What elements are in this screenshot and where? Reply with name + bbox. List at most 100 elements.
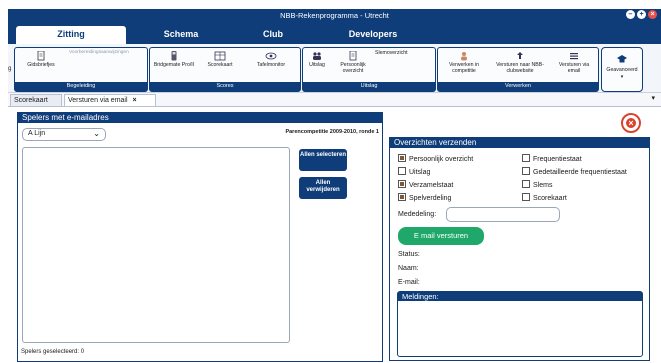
gidsbriefjes-button[interactable]: Gidsbriefjes [21, 51, 61, 68]
bridgemate-button[interactable]: Bridgemate Pro/II [152, 51, 196, 68]
doc-tab-versturen-email[interactable]: Versturen via email × [64, 94, 156, 106]
checkbox-label: Uitslag [409, 169, 431, 176]
ribbon-group-scores: Bridgemate Pro/II Scorekaart Tafelmonito… [149, 47, 301, 92]
people-icon [313, 52, 321, 60]
menu-bar: Zitting Schema Club Developers [8, 21, 661, 44]
versturen-clubwebsite-button[interactable]: Versturen naar NBB-clubwebsite [492, 51, 548, 74]
uitslag-button[interactable]: Uitslag [305, 51, 329, 68]
mededeling-label: Mededeling: [398, 211, 437, 218]
voorbereidingsaanwijzingen-button[interactable]: Voorbereidingsaanwijzingen [69, 50, 145, 56]
ribbon-group-begeleiding: Gidsbriefjes Voorbereidingsaanwijzingen … [14, 47, 148, 92]
persoonlijk-overzicht-button[interactable]: Persoonlijk overzicht [333, 51, 373, 74]
checkbox-slems[interactable]: Slems [522, 180, 552, 190]
select-all-button[interactable]: Allen selecteren [299, 149, 347, 171]
geavanceerd-label: Geavanceerd [606, 67, 638, 73]
line-select[interactable]: A Lijn ⌄ [22, 128, 106, 141]
players-panel: Spelers met e-mailadres A Lijn ⌄ Parenco… [17, 112, 383, 362]
bridgemate-icon [171, 51, 177, 61]
tab-schema[interactable]: Schema [136, 26, 226, 44]
doc-tab-versturen-email-label: Versturen via email [68, 97, 128, 104]
window-minimize-icon[interactable]: – [626, 10, 635, 19]
upload-icon [517, 52, 523, 59]
group-label-begeleiding: Begeleiding [15, 82, 147, 91]
scorekaart-ribbon-label: Scorekaart [207, 62, 233, 68]
checkbox-persoonlijk-overzicht[interactable]: Persoonlijk overzicht [398, 154, 473, 164]
checkbox-box[interactable] [522, 193, 530, 201]
players-list[interactable] [22, 147, 290, 343]
checkbox-box[interactable] [522, 154, 530, 162]
checkbox-spelverdeling[interactable]: Spelverdeling [398, 193, 451, 203]
tab-zitting[interactable]: Zitting [16, 26, 126, 44]
ribbon: g Gidsbriefjes Voorbereidingsaanwijzinge… [8, 44, 661, 93]
person-icon [461, 52, 467, 61]
eye-icon [265, 52, 277, 60]
ribbon-scroll-left-icon[interactable]: g [8, 66, 11, 72]
group-label-scores: Scores [150, 82, 300, 91]
remove-all-button[interactable]: Allen verwijderen [299, 177, 347, 199]
checkbox-box[interactable] [522, 167, 530, 175]
checkbox-box[interactable] [398, 154, 406, 162]
checkbox-scorekaart[interactable]: Scorekaart [522, 193, 567, 203]
collapse-ribbon-icon[interactable]: ▾ [651, 94, 655, 102]
dropdown-chevron-icon: ⌄ [93, 129, 100, 138]
tafelmonitor-label: Tafelmonitor [256, 62, 286, 68]
slemoverzicht-label: Slemoverzicht [375, 50, 408, 56]
geavanceerd-dropdown-icon: ▾ [620, 74, 624, 80]
uitslag-label: Uitslag [309, 62, 325, 68]
close-tab-icon[interactable]: × [132, 97, 136, 104]
verwerken-competitie-button[interactable]: Verwerken in competitie [440, 51, 488, 74]
report-icon [349, 51, 357, 61]
checkbox-label: Scorekaart [533, 195, 567, 202]
checkbox-box[interactable] [398, 167, 406, 175]
send-email-button[interactable]: E mail versturen [398, 227, 484, 245]
versturen-email-ribbon-button[interactable]: Versturen via email [554, 51, 594, 74]
gidsbriefjes-label: Gidsbriefjes [27, 62, 55, 68]
title-bar: NBB-Rekenprogramma - Utrecht – + × [8, 9, 661, 21]
checkbox-gedetailleerde-frequentiestaat[interactable]: Gedetailleerde frequentiestaat [522, 167, 627, 177]
bridgemate-label: Bridgemate Pro/II [153, 62, 195, 68]
graduation-cap-icon [617, 55, 627, 63]
send-overviews-title: Overzichten verzenden [390, 138, 649, 148]
tafelmonitor-button[interactable]: Tafelmonitor [246, 51, 296, 68]
tab-club[interactable]: Club [238, 26, 308, 44]
group-label-verwerken: Verwerken [438, 82, 598, 91]
checkbox-box[interactable] [522, 180, 530, 188]
checkbox-label: Frequentiestaat [533, 156, 582, 163]
checkbox-label: Verzamelstaat [409, 182, 454, 189]
tab-developers[interactable]: Developers [318, 26, 428, 44]
checkbox-label: Gedetailleerde frequentiestaat [533, 169, 627, 176]
send-overviews-panel: Overzichten verzenden Persoonlijk overzi… [389, 137, 650, 361]
scorekaart-ribbon-button[interactable]: Scorekaart [200, 51, 240, 68]
window-maximize-icon[interactable]: + [637, 10, 646, 19]
email-label: E-mail: [398, 279, 420, 286]
document-icon [37, 51, 45, 61]
geavanceerd-button[interactable]: Geavanceerd ▾ [601, 47, 643, 92]
versturen-clubwebsite-label: Versturen naar NBB-clubwebsite [496, 62, 544, 74]
doc-tab-scorekaart[interactable]: Scorekaart [10, 94, 62, 106]
checkbox-verzamelstaat[interactable]: Verzamelstaat [398, 180, 453, 190]
checkbox-box[interactable] [398, 180, 406, 188]
doc-tab-scorekaart-label: Scorekaart [14, 97, 48, 104]
ribbon-group-uitslag: Uitslag Persoonlijk overzicht Slemoverzi… [302, 47, 436, 92]
window-close-icon[interactable]: × [648, 10, 657, 19]
line-select-value: A Lijn [28, 130, 46, 137]
window-controls: – + × [626, 10, 657, 19]
checkbox-box[interactable] [398, 193, 406, 201]
grid-icon [214, 51, 226, 61]
competition-label: Parencompetitie 2009-2010, ronde 1 [285, 129, 379, 135]
checkbox-frequentiestaat[interactable]: Frequentiestaat [522, 154, 582, 164]
red-close-circle-icon[interactable]: × [621, 113, 641, 133]
naam-label: Naam: [398, 265, 419, 272]
slemoverzicht-button[interactable]: Slemoverzicht [375, 50, 433, 56]
checkbox-uitslag[interactable]: Uitslag [398, 167, 430, 177]
players-panel-title: Spelers met e-mailadres [18, 113, 382, 123]
players-selected-count: Spelers geselecteerd: 0 [21, 349, 85, 355]
mededeling-input[interactable] [446, 207, 560, 222]
checkbox-label: Slems [533, 182, 553, 189]
document-tabs: Scorekaart Versturen via email × ▾ [8, 93, 661, 107]
versturen-email-ribbon-label: Versturen via email [558, 62, 590, 74]
meldingen-box: Meldingen: [397, 291, 643, 357]
list-icon [570, 53, 578, 60]
meldingen-title: Meldingen: [398, 292, 642, 301]
ribbon-group-verwerken: Verwerken in competitie Versturen naar N… [437, 47, 599, 92]
